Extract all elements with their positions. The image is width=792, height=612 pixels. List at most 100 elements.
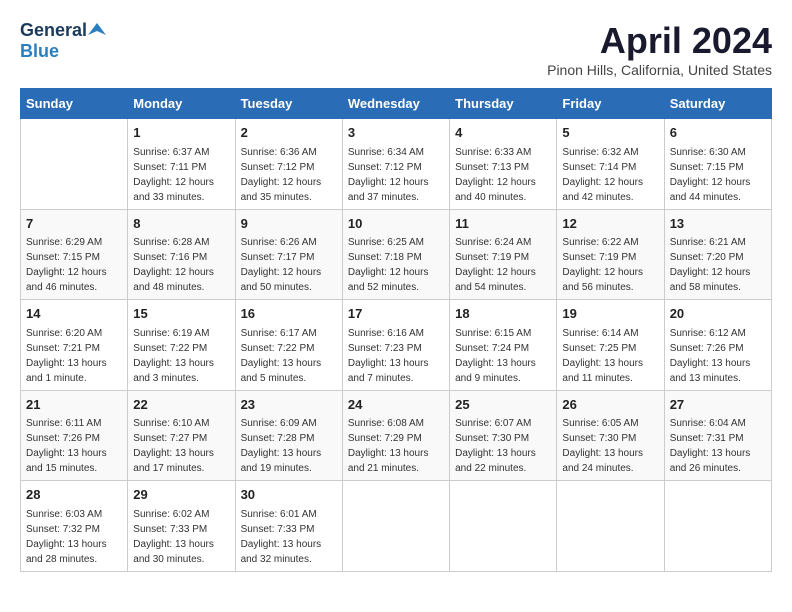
calendar-cell (664, 481, 771, 572)
day-number: 22 (133, 395, 229, 415)
calendar-cell: 16Sunrise: 6:17 AM Sunset: 7:22 PM Dayli… (235, 300, 342, 391)
calendar-body: 1Sunrise: 6:37 AM Sunset: 7:11 PM Daylig… (21, 119, 772, 572)
day-info: Sunrise: 6:07 AM Sunset: 7:30 PM Dayligh… (455, 416, 551, 476)
day-info: Sunrise: 6:05 AM Sunset: 7:30 PM Dayligh… (562, 416, 658, 476)
day-number: 7 (26, 214, 122, 234)
day-number: 23 (241, 395, 337, 415)
day-info: Sunrise: 6:24 AM Sunset: 7:19 PM Dayligh… (455, 235, 551, 295)
week-row-2: 7Sunrise: 6:29 AM Sunset: 7:15 PM Daylig… (21, 209, 772, 300)
calendar-cell: 4Sunrise: 6:33 AM Sunset: 7:13 PM Daylig… (450, 119, 557, 210)
day-info: Sunrise: 6:36 AM Sunset: 7:12 PM Dayligh… (241, 145, 337, 205)
day-info: Sunrise: 6:29 AM Sunset: 7:15 PM Dayligh… (26, 235, 122, 295)
week-row-1: 1Sunrise: 6:37 AM Sunset: 7:11 PM Daylig… (21, 119, 772, 210)
day-number: 24 (348, 395, 444, 415)
day-number: 3 (348, 123, 444, 143)
day-info: Sunrise: 6:14 AM Sunset: 7:25 PM Dayligh… (562, 326, 658, 386)
day-number: 5 (562, 123, 658, 143)
header-cell-saturday: Saturday (664, 89, 771, 119)
calendar-cell: 6Sunrise: 6:30 AM Sunset: 7:15 PM Daylig… (664, 119, 771, 210)
calendar-cell: 27Sunrise: 6:04 AM Sunset: 7:31 PM Dayli… (664, 390, 771, 481)
calendar-cell: 17Sunrise: 6:16 AM Sunset: 7:23 PM Dayli… (342, 300, 449, 391)
calendar-cell: 5Sunrise: 6:32 AM Sunset: 7:14 PM Daylig… (557, 119, 664, 210)
day-info: Sunrise: 6:21 AM Sunset: 7:20 PM Dayligh… (670, 235, 766, 295)
day-info: Sunrise: 6:08 AM Sunset: 7:29 PM Dayligh… (348, 416, 444, 476)
calendar-cell: 9Sunrise: 6:26 AM Sunset: 7:17 PM Daylig… (235, 209, 342, 300)
day-info: Sunrise: 6:22 AM Sunset: 7:19 PM Dayligh… (562, 235, 658, 295)
header-cell-thursday: Thursday (450, 89, 557, 119)
day-number: 26 (562, 395, 658, 415)
calendar-cell (21, 119, 128, 210)
day-info: Sunrise: 6:28 AM Sunset: 7:16 PM Dayligh… (133, 235, 229, 295)
header-cell-monday: Monday (128, 89, 235, 119)
week-row-5: 28Sunrise: 6:03 AM Sunset: 7:32 PM Dayli… (21, 481, 772, 572)
calendar-cell: 3Sunrise: 6:34 AM Sunset: 7:12 PM Daylig… (342, 119, 449, 210)
header-cell-sunday: Sunday (21, 89, 128, 119)
page-title: April 2024 (547, 20, 772, 62)
calendar-cell: 21Sunrise: 6:11 AM Sunset: 7:26 PM Dayli… (21, 390, 128, 481)
header-cell-friday: Friday (557, 89, 664, 119)
calendar-cell (342, 481, 449, 572)
day-number: 19 (562, 304, 658, 324)
calendar-cell: 15Sunrise: 6:19 AM Sunset: 7:22 PM Dayli… (128, 300, 235, 391)
day-info: Sunrise: 6:17 AM Sunset: 7:22 PM Dayligh… (241, 326, 337, 386)
day-number: 14 (26, 304, 122, 324)
day-info: Sunrise: 6:16 AM Sunset: 7:23 PM Dayligh… (348, 326, 444, 386)
logo-general: General (20, 20, 87, 41)
day-number: 28 (26, 485, 122, 505)
day-info: Sunrise: 6:11 AM Sunset: 7:26 PM Dayligh… (26, 416, 122, 476)
day-number: 20 (670, 304, 766, 324)
day-info: Sunrise: 6:10 AM Sunset: 7:27 PM Dayligh… (133, 416, 229, 476)
day-info: Sunrise: 6:20 AM Sunset: 7:21 PM Dayligh… (26, 326, 122, 386)
calendar-cell: 11Sunrise: 6:24 AM Sunset: 7:19 PM Dayli… (450, 209, 557, 300)
day-number: 10 (348, 214, 444, 234)
day-info: Sunrise: 6:15 AM Sunset: 7:24 PM Dayligh… (455, 326, 551, 386)
header-cell-tuesday: Tuesday (235, 89, 342, 119)
day-number: 17 (348, 304, 444, 324)
calendar-table: SundayMondayTuesdayWednesdayThursdayFrid… (20, 88, 772, 572)
logo-blue: Blue (20, 41, 59, 61)
calendar-cell (557, 481, 664, 572)
calendar-cell: 28Sunrise: 6:03 AM Sunset: 7:32 PM Dayli… (21, 481, 128, 572)
day-number: 18 (455, 304, 551, 324)
day-info: Sunrise: 6:02 AM Sunset: 7:33 PM Dayligh… (133, 507, 229, 567)
day-info: Sunrise: 6:26 AM Sunset: 7:17 PM Dayligh… (241, 235, 337, 295)
calendar-cell: 13Sunrise: 6:21 AM Sunset: 7:20 PM Dayli… (664, 209, 771, 300)
day-number: 13 (670, 214, 766, 234)
day-number: 1 (133, 123, 229, 143)
day-number: 27 (670, 395, 766, 415)
header-cell-wednesday: Wednesday (342, 89, 449, 119)
calendar-cell: 10Sunrise: 6:25 AM Sunset: 7:18 PM Dayli… (342, 209, 449, 300)
calendar-cell: 26Sunrise: 6:05 AM Sunset: 7:30 PM Dayli… (557, 390, 664, 481)
calendar-cell: 2Sunrise: 6:36 AM Sunset: 7:12 PM Daylig… (235, 119, 342, 210)
calendar-cell: 25Sunrise: 6:07 AM Sunset: 7:30 PM Dayli… (450, 390, 557, 481)
day-info: Sunrise: 6:09 AM Sunset: 7:28 PM Dayligh… (241, 416, 337, 476)
day-number: 9 (241, 214, 337, 234)
logo-bird-icon (88, 21, 106, 39)
day-info: Sunrise: 6:19 AM Sunset: 7:22 PM Dayligh… (133, 326, 229, 386)
calendar-cell: 1Sunrise: 6:37 AM Sunset: 7:11 PM Daylig… (128, 119, 235, 210)
calendar-cell: 30Sunrise: 6:01 AM Sunset: 7:33 PM Dayli… (235, 481, 342, 572)
calendar-cell: 23Sunrise: 6:09 AM Sunset: 7:28 PM Dayli… (235, 390, 342, 481)
calendar-cell: 12Sunrise: 6:22 AM Sunset: 7:19 PM Dayli… (557, 209, 664, 300)
day-number: 30 (241, 485, 337, 505)
day-info: Sunrise: 6:33 AM Sunset: 7:13 PM Dayligh… (455, 145, 551, 205)
title-block: April 2024 Pinon Hills, California, Unit… (547, 20, 772, 78)
day-info: Sunrise: 6:01 AM Sunset: 7:33 PM Dayligh… (241, 507, 337, 567)
day-info: Sunrise: 6:12 AM Sunset: 7:26 PM Dayligh… (670, 326, 766, 386)
calendar-cell: 20Sunrise: 6:12 AM Sunset: 7:26 PM Dayli… (664, 300, 771, 391)
day-info: Sunrise: 6:32 AM Sunset: 7:14 PM Dayligh… (562, 145, 658, 205)
page-subtitle: Pinon Hills, California, United States (547, 62, 772, 78)
day-number: 12 (562, 214, 658, 234)
calendar-cell: 22Sunrise: 6:10 AM Sunset: 7:27 PM Dayli… (128, 390, 235, 481)
logo: General Blue (20, 20, 106, 62)
day-number: 21 (26, 395, 122, 415)
day-number: 4 (455, 123, 551, 143)
calendar-cell: 7Sunrise: 6:29 AM Sunset: 7:15 PM Daylig… (21, 209, 128, 300)
day-number: 6 (670, 123, 766, 143)
calendar-cell: 14Sunrise: 6:20 AM Sunset: 7:21 PM Dayli… (21, 300, 128, 391)
calendar-cell: 8Sunrise: 6:28 AM Sunset: 7:16 PM Daylig… (128, 209, 235, 300)
week-row-4: 21Sunrise: 6:11 AM Sunset: 7:26 PM Dayli… (21, 390, 772, 481)
day-number: 16 (241, 304, 337, 324)
page-header: General Blue April 2024 Pinon Hills, Cal… (20, 20, 772, 78)
day-info: Sunrise: 6:34 AM Sunset: 7:12 PM Dayligh… (348, 145, 444, 205)
